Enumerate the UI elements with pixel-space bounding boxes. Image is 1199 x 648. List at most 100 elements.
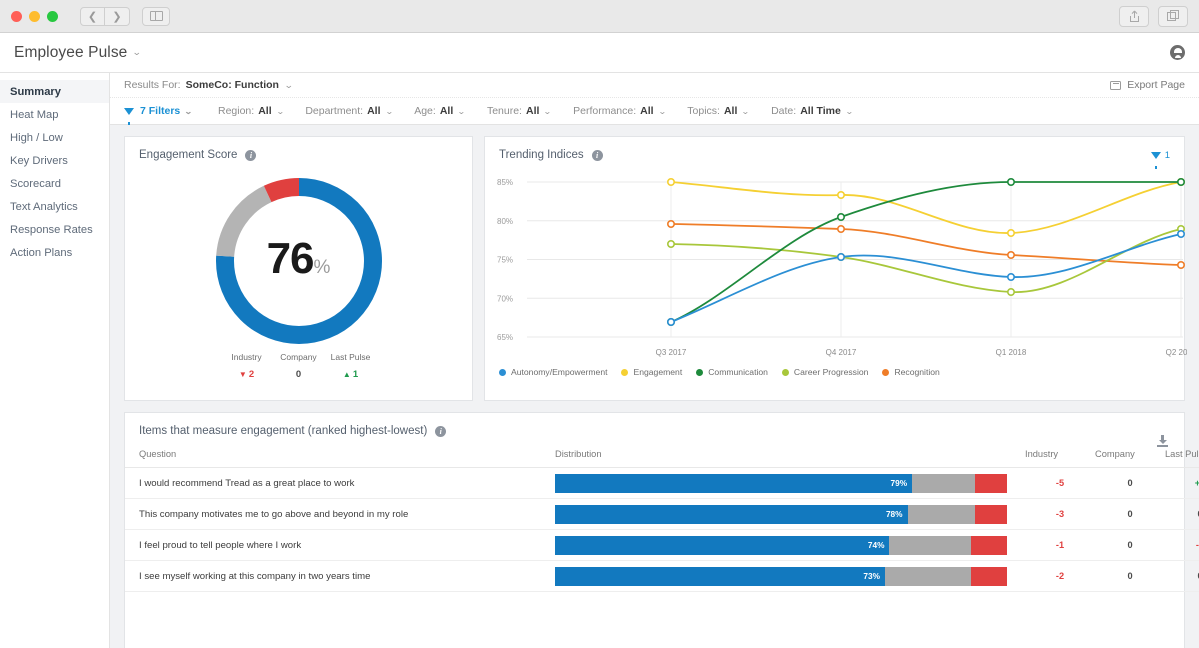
legend-item-communication[interactable]: Communication (696, 367, 768, 377)
filter-date[interactable]: Date: All Time ⌄ (771, 105, 852, 117)
info-icon[interactable]: i (245, 150, 256, 161)
minimize-window-button[interactable] (29, 11, 40, 22)
cell-last-pulse: -1 (1165, 530, 1199, 561)
chrome-right-buttons (1119, 6, 1188, 27)
export-page-icon (1110, 81, 1121, 90)
distribution-bar: 79% (555, 474, 1007, 493)
sidebar-item-label: Scorecard (10, 178, 61, 190)
chart-filter-count: 1 (1165, 150, 1170, 161)
filter-value: All (367, 105, 380, 117)
chart-filter-button[interactable]: 1 (1151, 150, 1170, 161)
series-communication (668, 179, 1184, 325)
title-dropdown-caret[interactable]: ⌄ (132, 47, 142, 58)
info-icon[interactable]: i (435, 426, 446, 437)
trending-indices-card: Trending Indices i 1 (484, 136, 1185, 401)
table-header-row: Question Distribution Industry Company L… (125, 449, 1199, 468)
sidebar-item-heat-map[interactable]: Heat Map (0, 103, 109, 126)
results-for-label: Results For: (124, 79, 181, 91)
sidebar-toggle-button[interactable] (142, 7, 170, 26)
bar-favorable-label: 74% (868, 540, 885, 550)
legend-label: Career Progression (794, 367, 869, 377)
trending-chart: 85% 80% 75% 70% 65% Q3 2017 Q4 2017 Q1 2 (485, 161, 1184, 362)
cell-industry: -3 (1025, 499, 1095, 530)
bar-segment-favorable: 79% (555, 474, 912, 493)
sidebar-item-scorecard[interactable]: Scorecard (0, 172, 109, 195)
sidebar-item-label: Heat Map (10, 109, 59, 121)
cell-distribution: 79% (555, 468, 1025, 499)
series-engagement (668, 179, 1184, 236)
filter-value: All (724, 105, 737, 117)
legend-item-recognition[interactable]: Recognition (882, 367, 939, 377)
cell-company: 0 (1095, 530, 1165, 561)
bar-segment-neutral (889, 536, 970, 555)
legend-swatch (882, 369, 889, 376)
legend-item-career-progression[interactable]: Career Progression (782, 367, 869, 377)
items-table-card: Items that measure engagement (ranked hi… (124, 412, 1185, 648)
info-icon[interactable]: i (592, 150, 603, 161)
items-table: Question Distribution Industry Company L… (125, 449, 1199, 592)
results-for-caret[interactable]: ⌄ (284, 80, 294, 91)
cell-company: 0 (1095, 468, 1165, 499)
close-window-button[interactable] (11, 11, 22, 22)
bar-segment-neutral (908, 505, 976, 524)
tab-overview-button[interactable] (1158, 6, 1188, 27)
legend-item-engagement[interactable]: Engagement (621, 367, 682, 377)
column-header-company: Company (1095, 449, 1165, 468)
bar-segment-unfavorable (975, 505, 1007, 524)
maximize-window-button[interactable] (47, 11, 58, 22)
items-table-head: Question Distribution Industry Company L… (125, 449, 1199, 468)
chevron-down-icon: ⌄ (385, 107, 394, 116)
share-button[interactable] (1119, 6, 1149, 27)
filter-age[interactable]: Age: All ⌄ (414, 105, 465, 117)
chart-legend: Autonomy/Empowerment Engagement Communic… (485, 362, 1184, 377)
table-row[interactable]: I feel proud to tell people where I work… (125, 530, 1199, 561)
filter-value: All (526, 105, 539, 117)
table-row[interactable]: I would recommend Tread as a great place… (125, 468, 1199, 499)
series-career-progression (668, 226, 1184, 295)
filter-topics[interactable]: Topics: All ⌄ (687, 105, 749, 117)
filter-region[interactable]: Region: All ⌄ (218, 105, 283, 117)
chevron-down-icon: ⌄ (184, 107, 193, 116)
forward-button[interactable]: ❯ (105, 7, 130, 26)
download-icon[interactable] (1157, 435, 1168, 447)
filter-performance[interactable]: Performance: All ⌄ (573, 105, 665, 117)
window-controls (11, 11, 58, 22)
sidebar-item-text-analytics[interactable]: Text Analytics (0, 195, 109, 218)
column-header-question: Question (125, 449, 555, 468)
table-row[interactable]: I see myself working at this company in … (125, 561, 1199, 592)
legend-item-autonomy-empowerment[interactable]: Autonomy/Empowerment (499, 367, 607, 377)
chevron-down-icon: ⌄ (741, 107, 750, 116)
title-bar-right (1170, 45, 1185, 60)
stat-label: Company (273, 352, 325, 362)
column-header-last-pulse: Last Pulse (1165, 449, 1199, 468)
legend-label: Recognition (894, 367, 939, 377)
cell-question: I would recommend Tread as a great place… (125, 468, 555, 499)
filter-department[interactable]: Department: All ⌄ (305, 105, 392, 117)
stat-label: Last Pulse (325, 352, 377, 362)
stat-company: Company 0 (273, 352, 325, 380)
svg-text:65%: 65% (497, 333, 513, 342)
filter-bar: 7 Filters ⌄ Region: All ⌄ Department: Al… (110, 98, 1199, 125)
sidebar-item-response-rates[interactable]: Response Rates (0, 218, 109, 241)
back-button[interactable]: ❮ (80, 7, 105, 26)
user-account-icon[interactable] (1170, 45, 1185, 60)
items-table-header: Items that measure engagement (ranked hi… (125, 413, 1184, 437)
sidebar-item-summary[interactable]: Summary (0, 80, 109, 103)
top-row: Engagement Score i 76% (124, 136, 1185, 401)
filter-tenure[interactable]: Tenure: All ⌄ (487, 105, 551, 117)
filters-count-button[interactable]: 7 Filters ⌄ (124, 105, 192, 117)
table-row[interactable]: This company motivates me to go above an… (125, 499, 1199, 530)
sidebar-item-high-low[interactable]: High / Low (0, 126, 109, 149)
chart-x-axis-labels: Q3 2017 Q4 2017 Q1 2018 Q2 2018 (656, 348, 1187, 357)
sidebar-item-label: Response Rates (10, 224, 93, 236)
bar-segment-unfavorable (971, 567, 1007, 586)
sidebar-item-key-drivers[interactable]: Key Drivers (0, 149, 109, 172)
bar-segment-unfavorable (971, 536, 1007, 555)
legend-label: Engagement (633, 367, 682, 377)
export-page-button[interactable]: Export Page (1110, 79, 1185, 91)
cell-distribution: 74% (555, 530, 1025, 561)
cell-company: 0 (1095, 561, 1165, 592)
sidebar-item-action-plans[interactable]: Action Plans (0, 241, 109, 264)
legend-swatch (499, 369, 506, 376)
svg-text:75%: 75% (497, 256, 513, 265)
